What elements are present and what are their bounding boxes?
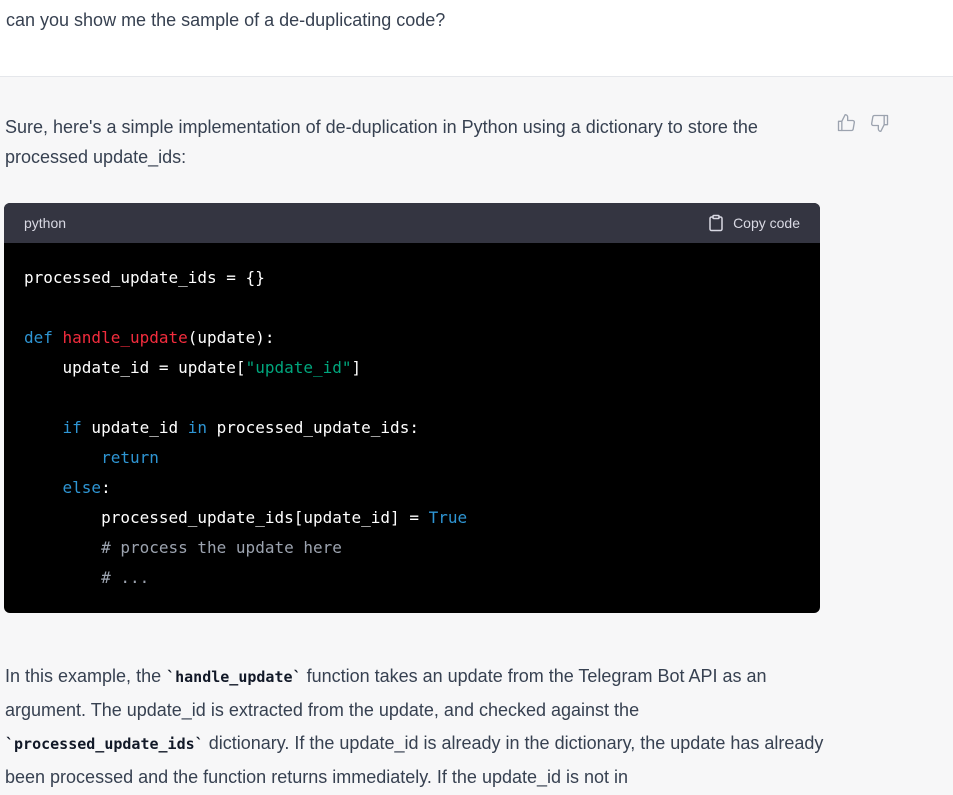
code-line: # process the update here <box>24 533 800 563</box>
code-line: return <box>24 443 800 473</box>
code-header: python Copy code <box>4 203 820 243</box>
code-line: processed_update_ids[update_id] = True <box>24 503 800 533</box>
code-token: handle_update <box>62 328 188 347</box>
copy-code-button[interactable]: Copy code <box>707 214 800 232</box>
code-token: if <box>62 418 82 437</box>
thumbs-up-icon[interactable] <box>836 113 856 133</box>
code-token: return <box>101 448 159 467</box>
assistant-outro-text: In this example, the `handle_update` fun… <box>5 660 825 794</box>
feedback-buttons <box>836 113 890 133</box>
code-token: ] <box>351 358 362 377</box>
inline-code-processed-update-ids: `processed_update_ids` <box>5 735 204 753</box>
code-token: in <box>187 418 208 437</box>
thumbs-down-icon[interactable] <box>870 113 890 133</box>
code-token: processed_update_ids: <box>207 418 419 437</box>
inline-code-handle-update: `handle_update` <box>166 668 302 686</box>
user-message: can you show me the sample of a de-dupli… <box>0 0 953 77</box>
outro-text-1: In this example, the <box>5 666 167 686</box>
code-line: def handle_update(update): <box>24 323 800 353</box>
code-token: : <box>101 478 111 497</box>
clipboard-icon <box>707 214 725 232</box>
code-block: python Copy code processed_update_ids = … <box>4 203 820 613</box>
code-token: def <box>24 328 63 347</box>
code-token: processed_update_ids = {} <box>24 268 265 287</box>
code-token: processed_update_ids[update_id] = <box>101 508 429 527</box>
code-token: # ... <box>101 568 150 587</box>
code-token: update_id = update[ <box>62 358 246 377</box>
code-line: # ... <box>24 563 800 593</box>
code-token: (update): <box>187 328 275 347</box>
code-language-label: python <box>24 215 67 231</box>
code-token: else <box>62 478 102 497</box>
code-token: True <box>428 508 468 527</box>
user-message-text: can you show me the sample of a de-dupli… <box>6 10 446 30</box>
code-token: # process the update here <box>101 538 342 557</box>
code-token: "update_id" <box>245 358 352 377</box>
assistant-intro-text: Sure, here's a simple implementation of … <box>5 117 758 167</box>
code-line: if update_id in processed_update_ids: <box>24 413 800 443</box>
copy-code-label: Copy code <box>733 215 800 231</box>
code-body: processed_update_ids = {} def handle_upda… <box>4 243 820 613</box>
code-token: update_id <box>81 418 188 437</box>
code-line: update_id = update["update_id"] <box>24 353 800 383</box>
code-line: processed_update_ids = {} <box>24 263 800 293</box>
code-line: else: <box>24 473 800 503</box>
